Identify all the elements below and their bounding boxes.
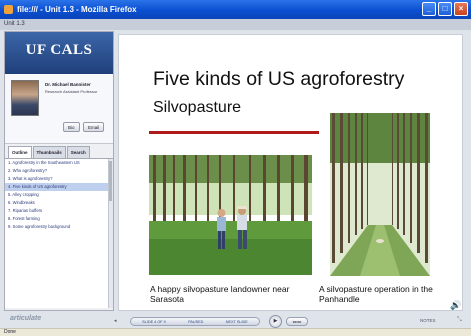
firefox-icon [4,5,13,14]
presenter-avatar [11,80,39,116]
presentation-player: Unit 1.3 UF CALS Dr. Michael Bannister R… [0,19,471,328]
bio-button[interactable]: Bio [63,122,80,132]
slide-counter: SLIDE 4 OF 9 [142,319,166,324]
play-button[interactable]: ▶ [269,315,282,328]
browser-statusbar: Done [0,328,471,336]
outline-list: 1. Agroforestry in the Southeastern US 2… [5,158,113,308]
sidebar-tabs: Outline Thumbnails Search [5,146,113,158]
title-divider [149,131,319,134]
presenter-profile: Dr. Michael Bannister Research Assistant… [5,74,113,144]
photo-panhandle [330,113,430,276]
outline-item[interactable]: 7. Riparian buffers [5,207,113,215]
minimize-button[interactable]: _ [422,2,436,16]
tab-outline[interactable]: Outline [8,146,32,158]
outline-scrollbar[interactable] [108,159,113,308]
landowner-photo-image [149,155,312,275]
playback-status: PAUSED [188,319,204,324]
articulate-logo: articulate [10,315,42,322]
presenter-title: Research Assistant Professor [45,89,98,94]
playbar[interactable]: SLIDE 4 OF 9 PAUSED NEXT SLIDE [130,317,260,326]
tab-search[interactable]: Search [66,146,90,158]
window-controls: _ □ × [422,2,468,16]
outline-scroll-thumb[interactable] [109,161,112,201]
sidebar: UF CALS Dr. Michael Bannister Research A… [4,31,114,311]
slide-canvas: Five kinds of US agroforestry Silvopastu… [118,34,463,311]
outline-item[interactable]: 5. Alley cropping [5,191,113,199]
email-button[interactable]: Email [83,122,105,132]
unit-bar: Unit 1.3 [0,19,471,30]
caption-panhandle: A silvopasture operation in the Panhandl… [319,284,433,304]
window-titlebar: file:/// - Unit 1.3 - Mozilla Firefox _ … [0,0,471,19]
tab-thumbnails[interactable]: Thumbnails [32,146,66,158]
panhandle-photo-image [330,113,430,276]
outline-item[interactable]: 8. Forest farming [5,215,113,223]
outline-item-current[interactable]: 4. Five kinds of US agroforestry [5,183,113,191]
caption-landowner: A happy silvopasture landowner near Sara… [150,284,290,304]
next-slide-label[interactable]: NEXT SLIDE [226,320,248,324]
outline-item[interactable]: 1. Agroforestry in the Southeastern US [5,159,113,167]
player-controls: articulate ◂ SLIDE 4 OF 9 PAUSED NEXT SL… [0,315,471,328]
slide-title: Five kinds of US agroforestry [153,68,405,90]
maximize-button[interactable]: □ [438,2,452,16]
resize-icon[interactable]: ⤡ [457,317,462,324]
close-button[interactable]: × [454,2,468,16]
notes-button[interactable]: NOTES [420,318,436,323]
speaker-icon[interactable]: 🔊 [450,300,461,310]
outline-item[interactable]: 6. Windbreaks [5,199,113,207]
slide-subtitle: Silvopasture [153,99,242,116]
photo-landowner [149,155,312,275]
brand-title: UF CALS [5,32,113,74]
seek-buttons[interactable]: ◂◂ ▸▸ [286,317,308,326]
presenter-name: Dr. Michael Bannister [45,82,91,87]
outline-item[interactable]: 2. Who agroforestry? [5,167,113,175]
outline-item[interactable]: 3. What is agroforestry? [5,175,113,183]
prev-slide-button[interactable]: ◂ [114,318,117,324]
window-title: file:/// - Unit 1.3 - Mozilla Firefox [17,5,137,14]
outline-item[interactable]: 9. Some agroforestry background [5,223,113,231]
